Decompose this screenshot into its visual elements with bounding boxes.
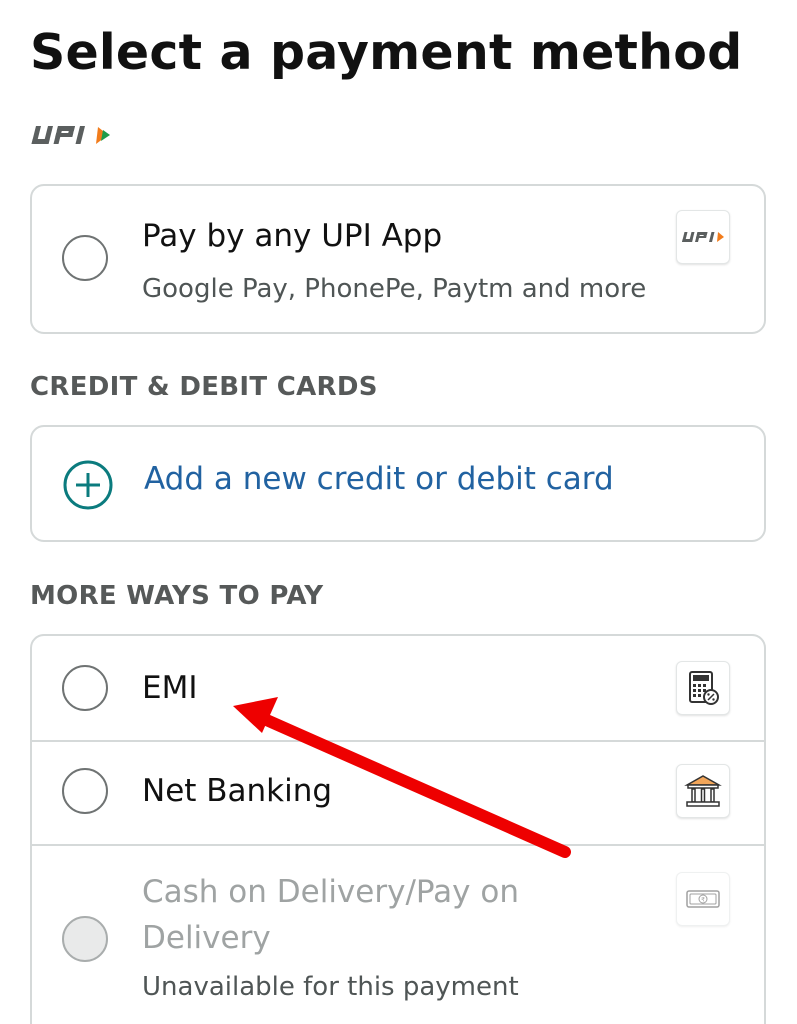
- cash-on-delivery-label-line2: Delivery: [142, 920, 271, 956]
- emi-radio[interactable]: [62, 665, 108, 711]
- cash-icon-box: ₹: [676, 872, 730, 926]
- more-ways-card: EMI Net Banking Cash on Delivery/Pay on …: [30, 634, 766, 1024]
- net-banking-label: Net Banking: [142, 773, 333, 809]
- upi-radio[interactable]: [62, 235, 108, 281]
- cash-note-icon: ₹: [686, 890, 720, 908]
- cash-on-delivery-option-row: Cash on Delivery/Pay on Delivery Unavail…: [32, 846, 764, 1024]
- add-card-row[interactable]: Add a new credit or debit card: [30, 425, 766, 542]
- svg-text:₹: ₹: [701, 897, 705, 904]
- page-title: Select a payment method: [30, 24, 743, 81]
- cash-on-delivery-label-line1: Cash on Delivery/Pay on: [142, 874, 519, 910]
- emi-icon-box: [676, 661, 730, 715]
- upi-app-icon-box: [676, 210, 730, 264]
- emi-label: EMI: [142, 670, 198, 706]
- plus-circle-icon: [63, 460, 113, 510]
- calculator-percent-icon: [689, 671, 719, 705]
- bank-icon: [684, 775, 722, 807]
- add-card-link[interactable]: Add a new credit or debit card: [144, 461, 614, 497]
- payment-method-page: Select a payment method Pay by any UPI A…: [0, 0, 797, 1024]
- upi-logo-icon: [682, 232, 724, 242]
- emi-option-row[interactable]: EMI: [32, 636, 764, 740]
- more-ways-section-heading: MORE WAYS TO PAY: [30, 581, 324, 611]
- upi-option-sublabel: Google Pay, PhonePe, Paytm and more: [142, 274, 647, 304]
- cash-on-delivery-sublabel: Unavailable for this payment: [142, 972, 519, 1002]
- upi-logo-icon: [31, 126, 110, 144]
- net-banking-option-row[interactable]: Net Banking: [32, 742, 764, 844]
- upi-option-label: Pay by any UPI App: [142, 218, 443, 254]
- cards-section-heading: CREDIT & DEBIT CARDS: [30, 372, 378, 402]
- upi-option-card[interactable]: Pay by any UPI App Google Pay, PhonePe, …: [30, 184, 766, 334]
- net-banking-radio[interactable]: [62, 768, 108, 814]
- cash-on-delivery-radio: [62, 916, 108, 962]
- net-banking-icon-box: [676, 764, 730, 818]
